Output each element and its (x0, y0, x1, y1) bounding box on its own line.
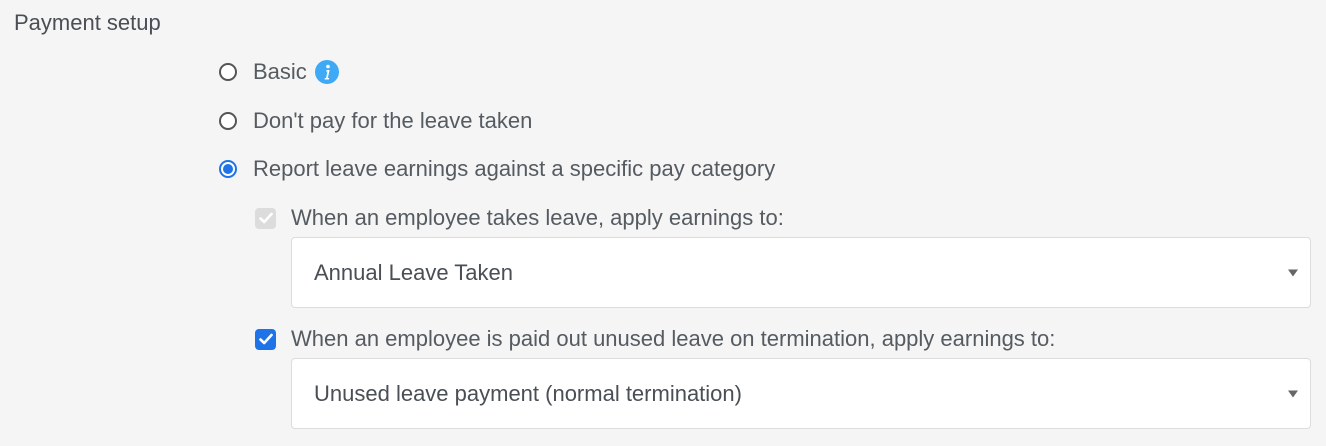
info-icon[interactable] (314, 60, 339, 84)
takes-leave-checkbox (255, 207, 276, 229)
termination-checkbox[interactable] (255, 328, 276, 350)
chevron-down-icon (1288, 390, 1298, 397)
takes-leave-label: When an employee takes leave, apply earn… (291, 205, 784, 230)
radio-report[interactable] (219, 160, 237, 178)
check-icon (258, 333, 273, 345)
termination-pay-category-select[interactable]: Unused leave payment (normal termination… (291, 358, 1311, 429)
radio-basic-label: Basic (253, 59, 307, 84)
check-icon (258, 212, 273, 224)
radio-option-basic[interactable]: Basic (219, 59, 339, 85)
chevron-down-icon (1288, 269, 1298, 276)
termination-select-value: Unused leave payment (normal termination… (314, 380, 742, 406)
radio-option-report[interactable]: Report leave earnings against a specific… (219, 156, 775, 182)
radio-option-dont-pay[interactable]: Don't pay for the leave taken (219, 108, 532, 134)
radio-dont-pay-label: Don't pay for the leave taken (253, 108, 533, 133)
radio-dont-pay[interactable] (219, 112, 237, 130)
termination-label: When an employee is paid out unused leav… (291, 326, 1056, 351)
takes-leave-option: When an employee takes leave, apply earn… (255, 205, 784, 231)
takes-leave-pay-category-select[interactable]: Annual Leave Taken (291, 237, 1311, 308)
section-title: Payment setup (14, 10, 161, 35)
termination-option[interactable]: When an employee is paid out unused leav… (255, 326, 1055, 352)
takes-leave-select-value: Annual Leave Taken (314, 259, 513, 285)
radio-report-label: Report leave earnings against a specific… (253, 156, 776, 181)
radio-basic[interactable] (219, 63, 237, 81)
